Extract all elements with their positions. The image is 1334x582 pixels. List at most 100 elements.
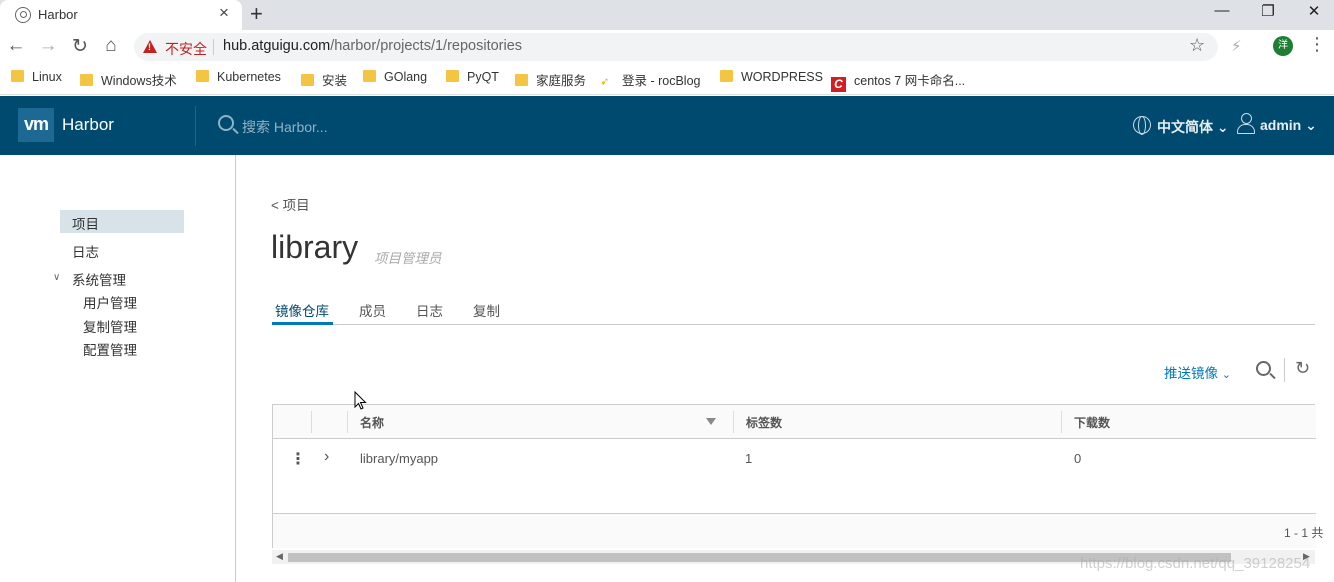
repositories-table: 名称 标签数 下载数 ⋮ › library/myapp 1 0 1 - 1 共 xyxy=(272,404,1323,548)
bookmark-item[interactable]: ➶ 登录 - rocBlog xyxy=(600,70,701,89)
tab-replication[interactable]: 复制 xyxy=(473,300,500,320)
folder-icon xyxy=(80,74,93,86)
bookmark-star-icon[interactable]: ☆ xyxy=(1189,35,1205,56)
browser-tab[interactable]: Harbor × xyxy=(0,0,242,30)
bookmark-item[interactable]: 安装 xyxy=(301,70,347,89)
bookmark-item[interactable]: Linux xyxy=(11,70,62,84)
language-selector[interactable]: 中文简体 ⌄ xyxy=(1157,117,1229,137)
bookmark-item[interactable]: Ccentos 7 网卡命名... xyxy=(831,70,965,92)
bookmark-label: PyQT xyxy=(467,70,499,84)
row-actions-icon[interactable]: ⋮ xyxy=(290,449,306,469)
user-name: admin xyxy=(1260,117,1302,133)
column-divider xyxy=(347,411,348,433)
bookmark-label: 登录 - rocBlog xyxy=(622,74,701,88)
sidebar-item-admin[interactable]: 系统管理 xyxy=(72,269,126,289)
extension-icon[interactable]: ⚡ xyxy=(1231,37,1242,55)
home-icon[interactable]: ⌂ xyxy=(100,35,122,57)
folder-icon xyxy=(196,70,209,82)
bookmark-label: Kubernetes xyxy=(217,70,281,84)
folder-icon xyxy=(446,70,459,82)
sidebar: 项目 日志 ∨ 系统管理 用户管理 复制管理 配置管理 xyxy=(0,155,236,582)
bookmarks-bar: Linux Windows技术 Kubernetes 安装 GOlang PyQ… xyxy=(0,64,1334,95)
page-title: library xyxy=(271,229,359,265)
browser-menu-icon[interactable]: ⋮ xyxy=(1308,34,1326,55)
app-header: vm Harbor 搜索 Harbor... 中文简体 ⌄ admin ⌄ xyxy=(0,96,1334,155)
push-image-dropdown[interactable]: 推送镜像 ⌄ xyxy=(1164,362,1231,382)
back-arrow-icon[interactable]: ← xyxy=(5,35,27,57)
column-header-tags[interactable]: 标签数 xyxy=(746,414,782,431)
global-search-input[interactable]: 搜索 Harbor... xyxy=(242,117,328,137)
close-window-button[interactable]: ✕ xyxy=(1304,2,1324,20)
bookmark-item[interactable]: 家庭服务 xyxy=(515,70,586,89)
folder-icon xyxy=(720,70,733,82)
browser-tabstrip: Harbor × + — ❐ ✕ xyxy=(0,0,1334,30)
chevron-right-icon[interactable]: › xyxy=(324,448,329,466)
url-text[interactable]: hub.atguigu.com/harbor/projects/1/reposi… xyxy=(223,38,522,54)
restore-button[interactable]: ❐ xyxy=(1258,2,1278,20)
bookmark-item[interactable]: PyQT xyxy=(446,70,499,84)
chevron-down-icon: ⌄ xyxy=(1305,117,1317,133)
column-divider xyxy=(1061,411,1062,433)
bookmark-label: Windows技术 xyxy=(101,74,177,88)
header-divider xyxy=(195,106,196,146)
bookmark-label: 安装 xyxy=(322,74,348,88)
search-icon xyxy=(218,115,234,131)
toolbar-divider xyxy=(1284,358,1285,382)
sidebar-item-logs[interactable]: 日志 xyxy=(72,241,99,261)
forward-arrow-icon[interactable]: → xyxy=(37,35,59,57)
column-divider xyxy=(311,411,312,433)
harbor-favicon-icon xyxy=(15,7,31,23)
bookmark-item[interactable]: Windows技术 xyxy=(80,70,177,89)
language-label: 中文简体 xyxy=(1157,119,1213,135)
new-tab-button[interactable]: + xyxy=(250,1,263,27)
browser-toolbar: ← → ↻ ⌂ 不安全 hub.atguigu.com/harbor/proje… xyxy=(0,30,1334,64)
column-divider xyxy=(733,411,734,433)
filter-icon[interactable] xyxy=(706,418,716,425)
url-host: hub.atguigu.com xyxy=(223,38,331,54)
push-image-label: 推送镜像 xyxy=(1164,366,1218,381)
tab-members[interactable]: 成员 xyxy=(359,300,386,320)
brand-name[interactable]: Harbor xyxy=(62,115,114,135)
tab-logs[interactable]: 日志 xyxy=(416,300,443,320)
column-header-name[interactable]: 名称 xyxy=(360,414,384,431)
table-footer: 1 - 1 共 xyxy=(273,513,1323,548)
bookmark-item[interactable]: WORDPRESS xyxy=(720,70,823,84)
sidebar-item-config[interactable]: 配置管理 xyxy=(83,339,137,359)
sidebar-item-users[interactable]: 用户管理 xyxy=(83,292,137,312)
scroll-left-icon[interactable]: ◀ xyxy=(276,551,283,562)
search-icon[interactable] xyxy=(1256,361,1271,376)
user-menu[interactable]: admin ⌄ xyxy=(1260,117,1317,134)
chevron-down-icon[interactable]: ∨ xyxy=(53,272,60,283)
c-logo-icon: C xyxy=(831,77,846,92)
reload-icon[interactable]: ↻ xyxy=(69,35,91,58)
security-label[interactable]: 不安全 xyxy=(165,39,207,59)
repo-name-link[interactable]: library/myapp xyxy=(360,451,438,466)
profile-avatar[interactable]: 洋 xyxy=(1273,36,1293,56)
watermark: https://blog.csdn.net/qq_39128254 xyxy=(1080,555,1311,572)
tab-close-icon[interactable]: × xyxy=(214,3,234,23)
project-role: 项目管理员 xyxy=(374,251,442,266)
table-header: 名称 标签数 下载数 xyxy=(273,405,1316,439)
bookmark-item[interactable]: GOlang xyxy=(363,70,427,84)
bookmark-label: GOlang xyxy=(384,70,428,84)
bookmark-label: WORDPRESS xyxy=(741,70,823,84)
sidebar-item-projects[interactable]: 项目 xyxy=(72,213,99,233)
address-bar[interactable]: 不安全 hub.atguigu.com/harbor/projects/1/re… xyxy=(134,33,1218,61)
column-header-pulls[interactable]: 下载数 xyxy=(1074,414,1110,431)
active-tab-indicator xyxy=(272,322,333,325)
back-to-projects-link[interactable]: < 项目 xyxy=(271,194,310,214)
bookmark-label: 家庭服务 xyxy=(536,74,587,88)
minimize-button[interactable]: — xyxy=(1212,2,1232,19)
vmware-logo[interactable]: vm xyxy=(18,108,54,142)
tabs-divider xyxy=(272,324,1315,325)
tab-repositories[interactable]: 镜像仓库 xyxy=(275,300,329,320)
folder-icon xyxy=(363,70,376,82)
bookmark-item[interactable]: Kubernetes xyxy=(196,70,281,84)
warning-icon xyxy=(143,40,157,53)
bookmark-label: Linux xyxy=(32,70,62,84)
folder-icon xyxy=(301,74,314,86)
tags-count: 1 xyxy=(745,451,753,466)
sidebar-item-replication[interactable]: 复制管理 xyxy=(83,316,137,336)
refresh-icon[interactable]: ↻ xyxy=(1295,358,1310,379)
globe-icon xyxy=(1133,116,1151,135)
